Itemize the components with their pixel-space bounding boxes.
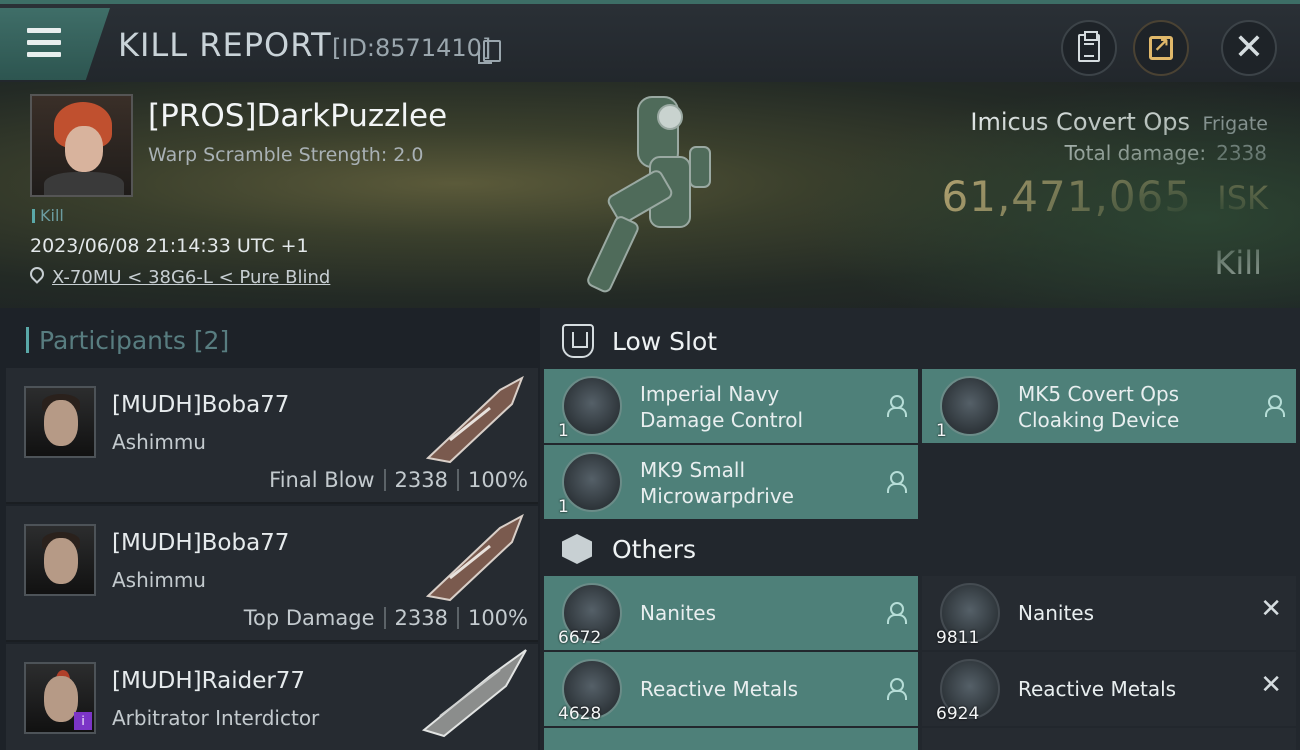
fitting-item[interactable]: 1 MK9 Small Microwarpdrive (544, 445, 918, 519)
item-name: Reactive Metals (1018, 677, 1177, 701)
victim-name[interactable]: [PROS]DarkPuzzlee (148, 98, 447, 134)
cargo-item[interactable] (922, 728, 1296, 750)
kill-result: Kill (1214, 244, 1262, 282)
victim-ship-image (587, 96, 711, 293)
dropped-person-icon (886, 471, 907, 493)
share-icon (1149, 33, 1173, 60)
clipboard-button[interactable] (1061, 20, 1117, 76)
warp-scramble-strength: Warp Scramble Strength: 2.0 (148, 144, 424, 166)
cargo-item[interactable]: 6672 Nanites (544, 576, 918, 650)
kill-report-id: [ID:8571410] (332, 34, 492, 62)
location-pin-icon (30, 267, 44, 285)
page-title: KILL REPORT (118, 26, 332, 64)
item-name: Nanites (640, 601, 717, 625)
participant-row[interactable]: [MUDH]Boba77 Ashimmu Final Blow 2338 100% (6, 368, 538, 504)
item-quantity: 1 (558, 497, 569, 517)
participant-role: Final Blow (269, 468, 375, 492)
participant-name: [MUDH]Raider77 (112, 668, 306, 694)
kill-location[interactable]: X-70MU < 38G6-L < Pure Blind (30, 267, 330, 288)
participant-name: [MUDH]Boba77 (112, 392, 290, 418)
participant-ship-image (425, 513, 524, 602)
item-name: Nanites (1018, 601, 1095, 625)
cargo-item[interactable] (544, 728, 918, 750)
participant-percent: 100% (467, 606, 528, 630)
close-button[interactable]: ✕ (1221, 20, 1277, 76)
participant-avatar: i (24, 662, 96, 734)
participant-damage: 2338 (394, 606, 448, 630)
dropped-person-icon (886, 678, 907, 700)
participant-avatar (24, 386, 96, 458)
item-name: Imperial Navy Damage Control (640, 382, 804, 432)
share-button[interactable] (1133, 20, 1189, 76)
low-slot-header: Low Slot (540, 310, 1300, 372)
participant-ship: Arbitrator Interdictor (112, 706, 320, 730)
participants-header: Participants [2] (26, 326, 229, 355)
isk-unit: ISK (1217, 179, 1268, 217)
participant-percent: 100% (467, 468, 528, 492)
low-slot-icon (562, 324, 594, 358)
others-header: Others (540, 518, 1300, 580)
participant-stats: Top Damage 2338 100% (244, 606, 528, 630)
dropped-person-icon (886, 395, 907, 417)
cargo-item[interactable]: 4628 Reactive Metals (544, 652, 918, 726)
item-thumbnail (562, 452, 622, 512)
menu-button[interactable] (0, 8, 110, 80)
victim-ship-name[interactable]: Imicus Covert Ops (970, 108, 1190, 136)
close-icon: ✕ (1233, 27, 1265, 68)
isk-value: 61,471,065 (941, 172, 1192, 221)
item-quantity: 6924 (936, 704, 980, 724)
item-thumbnail (562, 376, 622, 436)
participants-panel: Participants [2] [MUDH]Boba77 Ashimmu Fi… (0, 308, 540, 750)
participant-avatar (24, 524, 96, 596)
total-damage-label: Total damage: (1064, 141, 1207, 165)
dropped-person-icon (886, 602, 907, 624)
victim-avatar[interactable] (30, 94, 133, 197)
participant-ship: Ashimmu (112, 568, 206, 592)
item-name: MK9 Small Microwarpdrive (640, 458, 794, 508)
item-quantity: 9811 (936, 628, 980, 648)
item-quantity: 1 (936, 421, 947, 441)
participant-role: Top Damage (243, 606, 375, 630)
item-quantity: 6672 (558, 628, 602, 648)
fitting-item[interactable]: 1 MK5 Covert Ops Cloaking Device (922, 369, 1296, 443)
kill-datetime: 2023/06/08 21:14:33 UTC +1 (30, 235, 309, 257)
copy-icon[interactable] (478, 40, 501, 64)
cargo-item[interactable]: 9811 Nanites ✕ (922, 576, 1296, 650)
victim-summary: [PROS]DarkPuzzlee Warp Scramble Strength… (0, 82, 1300, 308)
item-thumbnail (940, 376, 1000, 436)
participant-ship-image (425, 375, 524, 464)
clipboard-icon (1078, 31, 1100, 62)
participant-ship: Ashimmu (112, 430, 206, 454)
fitting-panel: Low Slot 1 Imperial Navy Damage Control 1… (540, 308, 1300, 750)
total-damage-value: 2338 (1216, 141, 1267, 165)
participant-row[interactable]: i [MUDH]Raider77 Arbitrator Interdictor (6, 644, 538, 750)
participant-name: [MUDH]Boba77 (112, 530, 290, 556)
item-name: Reactive Metals (640, 677, 799, 701)
item-quantity: 1 (558, 421, 569, 441)
top-bar: KILL REPORT [ID:8571410] ✕ (0, 0, 1300, 82)
kill-tag: Kill (32, 206, 64, 225)
dropped-person-icon (1264, 395, 1285, 417)
info-badge-icon: i (74, 712, 92, 730)
item-quantity: 4628 (558, 704, 602, 724)
menu-icon (27, 28, 61, 33)
participant-row[interactable]: [MUDH]Boba77 Ashimmu Top Damage 2338 100% (6, 506, 538, 642)
victim-ship-class: Frigate (1202, 113, 1268, 135)
cube-icon (562, 534, 592, 564)
item-name: MK5 Covert Ops Cloaking Device (1018, 382, 1180, 432)
participant-ship-image (421, 649, 527, 738)
destroyed-x-icon: ✕ (1260, 594, 1282, 624)
location-link[interactable]: X-70MU < 38G6-L < Pure Blind (52, 267, 330, 288)
low-slot-label: Low Slot (612, 327, 718, 356)
fitting-item[interactable]: 1 Imperial Navy Damage Control (544, 369, 918, 443)
destroyed-x-icon: ✕ (1260, 670, 1282, 700)
total-damage: Total damage: 2338 (1065, 141, 1267, 165)
participant-stats: Final Blow 2338 100% (269, 468, 528, 492)
others-label: Others (612, 535, 697, 564)
participant-damage: 2338 (394, 468, 448, 492)
cargo-item[interactable]: 6924 Reactive Metals ✕ (922, 652, 1296, 726)
